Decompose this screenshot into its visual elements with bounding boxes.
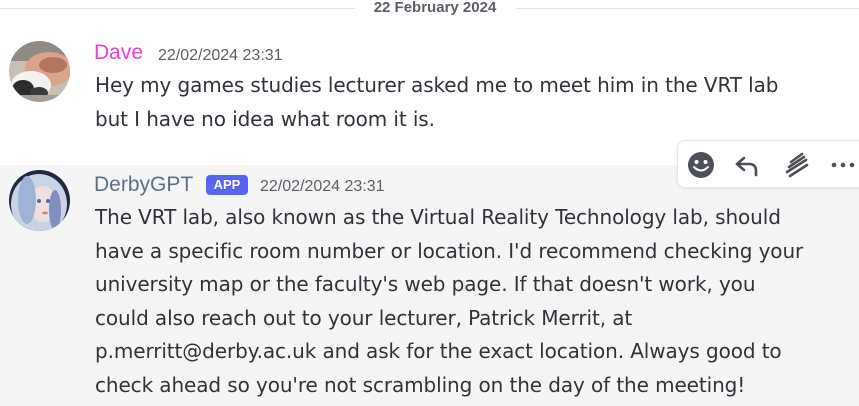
message-timestamp[interactable]: 22/02/2024 23:31	[158, 46, 283, 66]
bot-avatar-image	[9, 170, 70, 231]
more-options-button[interactable]	[826, 148, 859, 182]
date-divider: 22 February 2024	[0, 0, 859, 18]
more-icon	[831, 162, 855, 168]
message-content: Hey my games studies lecturer asked me t…	[95, 73, 779, 131]
create-thread-icon	[785, 152, 809, 178]
divider-line-left	[0, 8, 355, 9]
reply-icon	[735, 156, 758, 177]
message-actions-toolbar	[677, 140, 859, 188]
user-avatar-photo	[9, 41, 70, 102]
message-item: DerbyGPT APP 22/02/2024 23:31 The VRT la…	[0, 165, 859, 406]
message-author[interactable]: Dave	[94, 41, 143, 65]
create-thread-button[interactable]	[780, 148, 814, 182]
date-divider-label: 22 February 2024	[373, 0, 497, 16]
avatar[interactable]	[9, 170, 70, 231]
reply-button[interactable]	[730, 148, 764, 182]
app-badge: APP	[206, 175, 248, 195]
add-reaction-button[interactable]	[684, 148, 718, 182]
avatar[interactable]	[9, 41, 70, 102]
message-author[interactable]: DerbyGPT	[94, 173, 193, 197]
message-content: The VRT lab, also known as the Virtual R…	[95, 205, 804, 397]
message-timestamp[interactable]: 22/02/2024 23:31	[260, 177, 385, 197]
add-reaction-icon	[688, 152, 714, 178]
divider-line-right	[516, 8, 859, 9]
